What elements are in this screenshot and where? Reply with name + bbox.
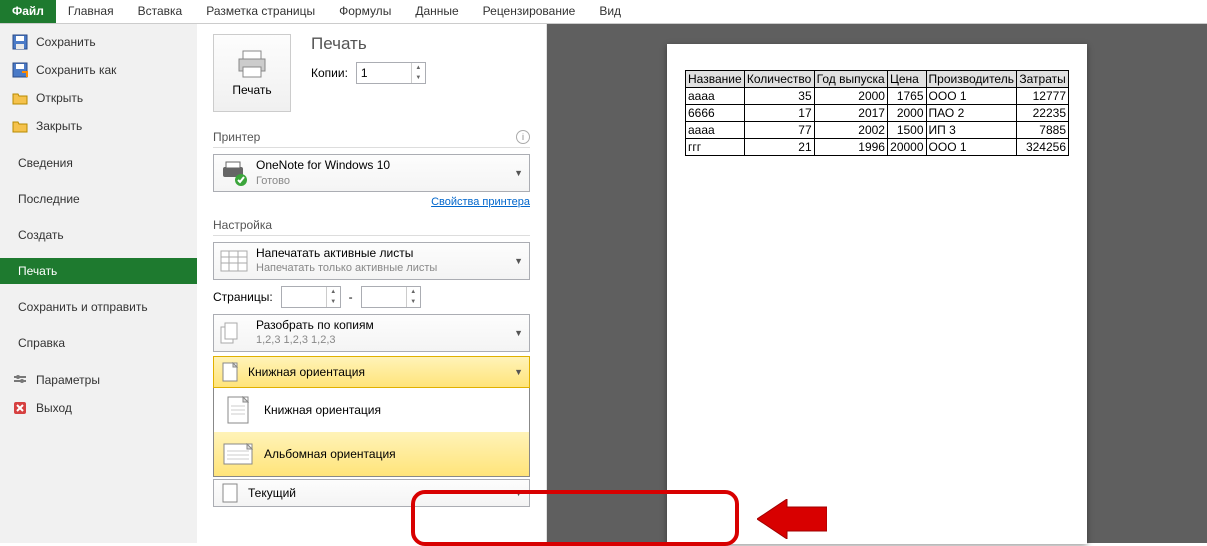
sidebar-item-share[interactable]: Сохранить и отправить	[0, 294, 197, 320]
table-header: Количество	[744, 71, 814, 88]
sidebar-label: Открыть	[36, 91, 83, 105]
table-header: Производитель	[926, 71, 1017, 88]
collate-select[interactable]: Разобрать по копиям 1,2,3 1,2,3 1,2,3 ▼	[213, 314, 530, 352]
print-button-label: Печать	[232, 83, 271, 97]
tab-page-layout[interactable]: Разметка страницы	[194, 0, 327, 23]
preview-table: НазваниеКоличествоГод выпускаЦенаПроизво…	[685, 70, 1069, 156]
ribbon-tabs: Файл Главная Вставка Разметка страницы Ф…	[0, 0, 1207, 24]
chevron-down-icon: ▼	[514, 367, 523, 377]
table-row: 66661720172000ПАО 222235	[686, 105, 1069, 122]
sidebar-item-open[interactable]: Открыть	[0, 84, 197, 112]
landscape-icon	[222, 438, 254, 470]
page-icon	[220, 483, 240, 503]
print-settings-panel: Печать Печать Копии: 1 ▲▼ Принтер i OneN…	[197, 24, 547, 543]
printer-status: Готово	[256, 174, 390, 188]
printer-name: OneNote for Windows 10	[256, 158, 390, 174]
print-preview: НазваниеКоличествоГод выпускаЦенаПроизво…	[547, 24, 1207, 543]
settings-heading: Настройка	[213, 218, 272, 232]
print-button[interactable]: Печать	[213, 34, 291, 112]
sidebar-label: Сохранить	[36, 35, 96, 49]
preview-page: НазваниеКоличествоГод выпускаЦенаПроизво…	[667, 44, 1087, 544]
chevron-down-icon: ▼	[514, 488, 523, 498]
tab-view[interactable]: Вид	[587, 0, 633, 23]
orientation-dropdown: Книжная ориентация Альбомная ориентация	[213, 387, 530, 477]
sidebar-item-info[interactable]: Сведения	[0, 150, 197, 176]
sidebar-item-exit[interactable]: Выход	[0, 394, 197, 422]
pages-from-input[interactable]: ▲▼	[281, 286, 341, 308]
orientation-option-portrait[interactable]: Книжная ориентация	[214, 388, 529, 432]
sidebar-item-print[interactable]: Печать	[0, 258, 197, 284]
table-row: aaaa3520001765ООО 112777	[686, 88, 1069, 105]
pages-label: Страницы:	[213, 290, 273, 304]
printer-status-icon	[220, 159, 248, 187]
open-icon	[12, 90, 28, 106]
pages-to-input[interactable]: ▲▼	[361, 286, 421, 308]
chevron-down-icon: ▼	[514, 256, 523, 266]
sidebar-label: Выход	[36, 401, 72, 415]
copies-input[interactable]: 1 ▲▼	[356, 62, 426, 84]
table-header: Название	[686, 71, 745, 88]
sidebar-item-recent[interactable]: Последние	[0, 186, 197, 212]
tab-file[interactable]: Файл	[0, 0, 56, 23]
annotation-arrow	[757, 499, 827, 539]
printer-icon	[235, 49, 269, 79]
sidebar-label: Закрыть	[36, 119, 82, 133]
table-header: Затраты	[1017, 71, 1069, 88]
table-row: ггг21199620000ООО 1324256	[686, 139, 1069, 156]
sidebar-item-new[interactable]: Создать	[0, 222, 197, 248]
sidebar-item-help[interactable]: Справка	[0, 330, 197, 356]
sidebar-item-close[interactable]: Закрыть	[0, 112, 197, 140]
sidebar-item-options[interactable]: Параметры	[0, 366, 197, 394]
portrait-icon	[220, 362, 240, 382]
orientation-select[interactable]: Книжная ориентация ▼	[213, 356, 530, 388]
orientation-option-landscape[interactable]: Альбомная ориентация	[214, 432, 529, 476]
sidebar-label: Сохранить как	[36, 63, 116, 77]
table-row: aaaa7720021500ИП 37885	[686, 122, 1069, 139]
tab-insert[interactable]: Вставка	[126, 0, 195, 23]
options-icon	[12, 372, 28, 388]
tab-formulas[interactable]: Формулы	[327, 0, 403, 23]
sidebar-item-save[interactable]: Сохранить	[0, 28, 197, 56]
copies-label: Копии:	[311, 66, 348, 80]
print-what-select[interactable]: Напечатать активные листы Напечатать тол…	[213, 242, 530, 280]
portrait-icon	[222, 394, 254, 426]
file-sidebar: Сохранить Сохранить как Открыть Закрыть …	[0, 24, 197, 543]
paper-size-select[interactable]: Текущий ▼	[213, 479, 530, 507]
tab-review[interactable]: Рецензирование	[471, 0, 588, 23]
printer-heading: Принтер	[213, 130, 260, 144]
save-as-icon	[12, 62, 28, 78]
tab-home[interactable]: Главная	[56, 0, 126, 23]
table-header: Год выпуска	[814, 71, 887, 88]
print-heading: Печать	[311, 34, 426, 54]
save-icon	[12, 34, 28, 50]
printer-properties-link[interactable]: Свойства принтера	[213, 196, 530, 208]
close-file-icon	[12, 118, 28, 134]
chevron-down-icon: ▼	[514, 328, 523, 338]
spinner-icon[interactable]: ▲▼	[411, 63, 425, 83]
sheets-icon	[220, 247, 248, 275]
exit-icon	[12, 400, 28, 416]
chevron-down-icon: ▼	[514, 168, 523, 178]
info-icon[interactable]: i	[516, 130, 530, 144]
printer-select[interactable]: OneNote for Windows 10 Готово ▼	[213, 154, 530, 192]
table-header: Цена	[887, 71, 926, 88]
tab-data[interactable]: Данные	[403, 0, 470, 23]
sidebar-label: Параметры	[36, 373, 100, 387]
collate-icon	[220, 319, 248, 347]
sidebar-item-save-as[interactable]: Сохранить как	[0, 56, 197, 84]
